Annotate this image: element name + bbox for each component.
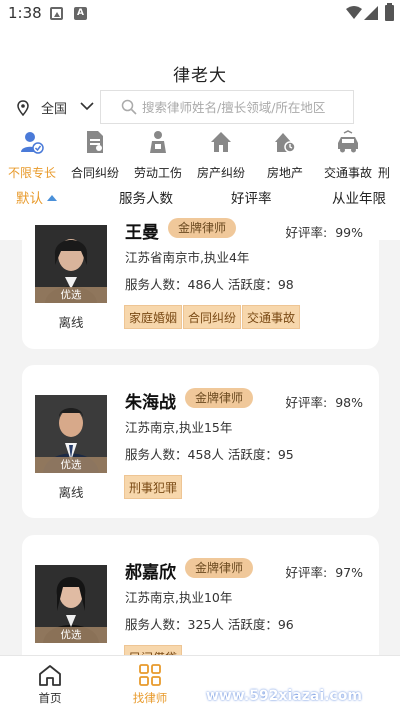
category-label: 不限专长 [7, 166, 56, 180]
location-years: 江苏南京,执业15年 [125, 420, 233, 435]
category-label: 刑 [378, 166, 391, 180]
category-label: 劳动工伤 [133, 166, 182, 180]
search-icon [121, 99, 137, 115]
person-check-icon [21, 132, 44, 154]
battery-icon [385, 3, 394, 21]
specialty-tag: 合同纠纷 [183, 305, 242, 329]
gold-lawyer-badge: 金牌律师 [168, 218, 237, 238]
tab-label: 找律师 [132, 691, 168, 705]
preferred-badge: 优选 [35, 627, 107, 643]
service-stats: 服务人数：486人 活跃度：98 [125, 277, 294, 292]
app-title: 律老大 [173, 66, 227, 86]
category-labor-injury[interactable]: 劳动工伤 [128, 130, 188, 182]
site-watermark: 592软件园 www.592xiazai.com [198, 648, 400, 711]
online-status: 离线 [58, 485, 84, 500]
category-label: 房地产 [266, 166, 303, 180]
category-label: 房产纠纷 [196, 166, 245, 180]
cellular-icon [364, 6, 378, 20]
category-criminal[interactable]: 刑 [378, 130, 400, 182]
rating: 好评率: 99% [286, 222, 363, 241]
category-all[interactable]: 不限专长 [2, 130, 62, 182]
lawyer-avatar: 优选 [35, 225, 107, 303]
preferred-badge: 优选 [35, 287, 107, 303]
lawyer-name: 王曼 [125, 223, 159, 243]
lawyer-avatar: 优选 [35, 395, 107, 473]
location-selector[interactable]: 全国 [41, 98, 67, 117]
location-pin-icon[interactable] [17, 100, 29, 116]
gold-lawyer-badge: 金牌律师 [185, 388, 254, 408]
lawyer-avatar: 优选 [35, 565, 107, 643]
preferred-badge: 优选 [35, 457, 107, 473]
sort-label: 默认 [16, 191, 43, 207]
contract-icon [87, 131, 103, 153]
watermark-brand: 592软件园 [200, 656, 359, 691]
grid-icon [139, 664, 161, 686]
search-box[interactable] [100, 90, 354, 124]
category-label: 交通事故 [323, 166, 372, 180]
service-stats: 服务人数：458人 活跃度：95 [125, 447, 294, 462]
tab-home[interactable]: 首页 [0, 664, 100, 706]
rating-value: 98% [335, 395, 363, 410]
category-property-dispute[interactable]: 房产纠纷 [191, 130, 251, 182]
tab-find-lawyer[interactable]: 找律师 [100, 664, 200, 706]
lawyer-card[interactable]: 优选 离线 朱海战 金牌律师 好评率: 98% 江苏南京,执业15年 服务人数：… [22, 365, 379, 518]
rating-value: 99% [335, 225, 363, 240]
sort-experience[interactable]: 从业年限 [332, 187, 386, 207]
specialty-tags: 刑事犯罪 [124, 475, 183, 499]
sort-default[interactable]: 默认 [16, 187, 57, 207]
wifi-icon [346, 6, 362, 19]
location-years: 江苏南京,执业10年 [125, 590, 233, 605]
header: 律老大 全国 不限专长 合同纠纷 劳动工伤 房产纠纷 房地产 交通事故 [0, 28, 400, 240]
search-input[interactable] [142, 96, 348, 118]
worker-icon [150, 131, 166, 153]
car-accident-icon [338, 130, 358, 153]
specialty-tag: 交通事故 [242, 305, 301, 329]
location-years: 江苏省南京市,执业4年 [125, 250, 250, 265]
rating-label: 好评率: [285, 225, 328, 240]
category-contract[interactable]: 合同纠纷 [65, 130, 125, 182]
criminal-icon [387, 130, 400, 154]
category-real-estate[interactable]: 房地产 [255, 130, 315, 182]
gold-lawyer-badge: 金牌律师 [185, 558, 254, 578]
rating: 好评率: 97% [286, 562, 363, 581]
rating-value: 97% [335, 565, 363, 580]
building-icon [275, 133, 296, 153]
status-bar: 1:38 A [0, 0, 400, 28]
chevron-down-icon[interactable] [80, 101, 94, 111]
house-icon [211, 132, 231, 152]
rating-label: 好评率: [285, 395, 328, 410]
sort-up-icon [47, 195, 57, 201]
service-stats: 服务人数：325人 活跃度：96 [125, 617, 294, 632]
specialty-tag: 家庭婚姻 [124, 305, 183, 329]
lawyer-card[interactable]: 优选 离线 王曼 金牌律师 好评率: 99% 江苏省南京市,执业4年 服务人数：… [22, 210, 379, 349]
photo-notification-icon [50, 7, 63, 20]
lawyer-name: 朱海战 [125, 393, 176, 413]
online-status: 离线 [58, 315, 84, 330]
sort-rating[interactable]: 好评率 [231, 187, 272, 207]
tab-label: 首页 [38, 691, 62, 705]
category-bar: 不限专长 合同纠纷 劳动工伤 房产纠纷 房地产 交通事故 刑 [0, 130, 400, 182]
sort-bar: 默认 服务人数 好评率 从业年限 [0, 184, 400, 208]
status-time: 1:38 [8, 4, 42, 22]
category-traffic-accident[interactable]: 交通事故 [318, 130, 378, 182]
sort-service-count[interactable]: 服务人数 [119, 187, 173, 207]
specialty-tag: 刑事犯罪 [124, 475, 183, 499]
lawyer-name: 郝嘉欣 [125, 563, 176, 583]
app-notification-icon: A [74, 7, 87, 20]
rating: 好评率: 98% [286, 392, 363, 411]
specialty-tags: 家庭婚姻 合同纠纷 交通事故 [124, 305, 301, 329]
watermark-url: www.592xiazai.com [206, 688, 362, 704]
rating-label: 好评率: [285, 565, 328, 580]
home-icon [39, 665, 61, 686]
category-label: 合同纠纷 [70, 166, 119, 180]
